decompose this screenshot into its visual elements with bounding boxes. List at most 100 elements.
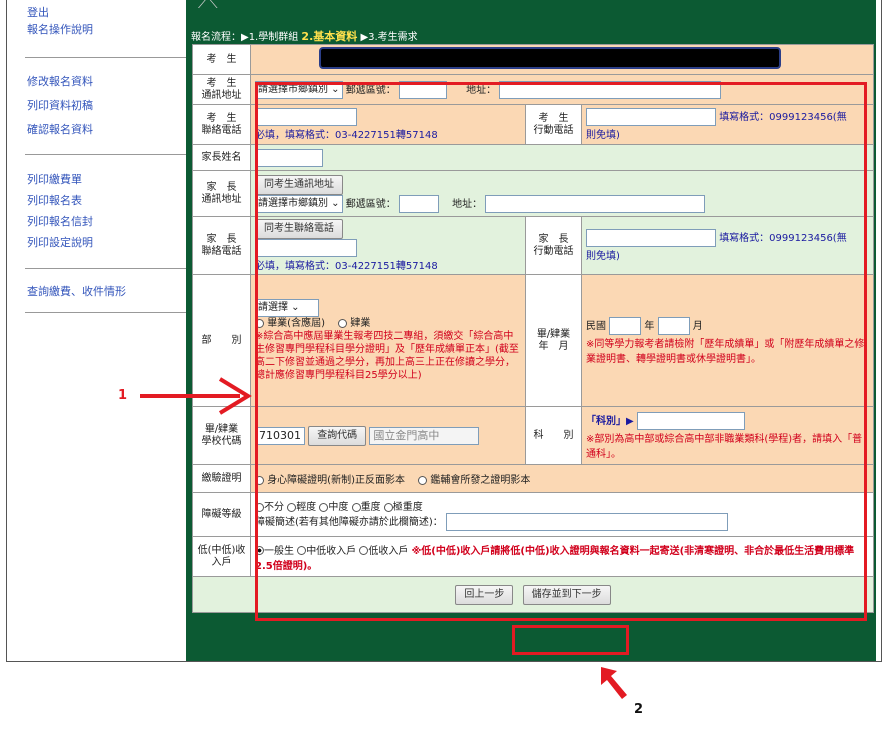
income-opt-1: 中低收入戶 bbox=[306, 545, 357, 557]
parent-address-input[interactable] bbox=[485, 194, 706, 213]
county-select[interactable]: 請選擇市鄉鎮別 ⌄ bbox=[255, 80, 343, 99]
main-panel: ⟋⟍ 報名流程：▶1.學制群組 2.基本資料 ▶3.考生需求 考 生 考 生 通… bbox=[186, 0, 876, 661]
parent-zip-label: 郵遞區號： bbox=[345, 198, 396, 210]
address-input[interactable] bbox=[499, 80, 722, 99]
parent-mobile-hint-2: 則免填) bbox=[586, 251, 620, 262]
parent-mobile-hint: 填寫格式：0999123456(無 bbox=[719, 233, 847, 244]
verify-opt1-label: 身心障礙證明(新制)正反面影本 bbox=[267, 475, 405, 486]
student-phone-cell: 必填，填寫格式：03-4227151轉57148 bbox=[250, 104, 526, 145]
sidebar-item-payment-status[interactable]: 查詢繳費、收件情形 bbox=[27, 283, 126, 299]
parent-phone-cell: 同考生聯絡電話 必填，填寫格式：03-4227151轉57148 bbox=[250, 216, 526, 275]
sidebar-item-confirm[interactable]: 確認報名資料 bbox=[27, 121, 93, 137]
verify-cell: 身心障礙證明(新制)正反面影本 鑑輔會所發之證明影本 bbox=[250, 464, 874, 493]
student-mobile-input[interactable] bbox=[586, 108, 716, 126]
parent-county-select[interactable]: 請選擇市鄉鎮別 ⌄ bbox=[255, 194, 343, 213]
decorative-feather-icon: ⟋⟍ bbox=[198, 0, 218, 12]
parent-phone-input[interactable] bbox=[255, 239, 357, 257]
grad-year-input[interactable] bbox=[609, 316, 642, 335]
dis-radio-3[interactable] bbox=[351, 502, 361, 512]
verify-opt2-label: 鑑輔會所發之證明影本 bbox=[430, 475, 531, 486]
grad-month-input[interactable] bbox=[657, 316, 690, 335]
student-name-redacted bbox=[319, 47, 781, 69]
parent-mobile-input[interactable] bbox=[586, 229, 716, 247]
student-phone-input[interactable] bbox=[255, 108, 357, 126]
drop-label: 肄業 bbox=[350, 318, 371, 329]
verify-radio-1[interactable] bbox=[255, 475, 264, 485]
dis-opt-0: 不分 bbox=[264, 502, 284, 513]
parent-mobile-cell: 填寫格式：0999123456(無 則免填) bbox=[581, 216, 874, 275]
parent-mobile-label: 家 長 行動電話 bbox=[525, 216, 582, 275]
student-label: 考 生 bbox=[192, 44, 251, 75]
sidebar-item-edit[interactable]: 修改報名資料 bbox=[27, 73, 93, 89]
dis-radio-1[interactable] bbox=[287, 502, 297, 512]
student-mobile-hint-2: 則免填) bbox=[586, 130, 620, 141]
parent-phone-hint: 必填，填寫格式：03-4227151轉57148 bbox=[255, 261, 438, 272]
query-code-button[interactable]: 查詢代碼 bbox=[308, 425, 367, 446]
annotation-arrow-right-icon bbox=[140, 377, 252, 415]
subject-input[interactable] bbox=[636, 411, 745, 430]
roc-label: 民國 bbox=[586, 320, 606, 332]
dept-select[interactable]: 請選擇 ⌄ bbox=[255, 299, 319, 317]
sidebar-item-print-envelope[interactable]: 列印報名信封 bbox=[27, 213, 93, 229]
annotation-label-2: 2 bbox=[634, 702, 644, 717]
flow-step-1: ▶1.學制群組 bbox=[241, 32, 299, 43]
prev-step-button[interactable]: 回上一步 bbox=[455, 584, 514, 605]
same-phone-button[interactable]: 同考生聯絡電話 bbox=[255, 219, 343, 239]
progress-steps: 報名流程：▶1.學制群組 2.基本資料 ▶3.考生需求 bbox=[191, 28, 418, 44]
subject-tag: 「科別」▶ bbox=[586, 415, 634, 427]
sidebar-item-logout[interactable]: 登出 bbox=[27, 4, 49, 20]
subject-cell: 「科別」▶ ※部別為高中部或綜合高中部非職業類科(學程)者，請填入「普通科」。 bbox=[581, 406, 874, 465]
dis-desc-label: 障礙簡述(若有其他障礙亦請於此欄簡述)： bbox=[255, 517, 443, 528]
income-cell: 一般生 中低收入戶 低收入戶 ※低(中低)收入戶請將低(中低)收入證明與報名資料… bbox=[250, 536, 874, 577]
dis-radio-0[interactable] bbox=[255, 502, 264, 512]
same-address-button[interactable]: 同考生通訊地址 bbox=[255, 174, 343, 195]
addr-label: 地址： bbox=[466, 84, 497, 96]
income-opt-2: 低收入戶 bbox=[368, 545, 409, 557]
income-radio-0[interactable] bbox=[255, 546, 264, 555]
school-name-field: 國立金門高中 bbox=[369, 426, 480, 445]
sidebar-item-print-settings[interactable]: 列印設定說明 bbox=[27, 234, 93, 250]
subject-label: 科 別 bbox=[525, 406, 582, 465]
sidebar: 登出 報名操作說明 修改報名資料 列印資料初稿 確認報名資料 列印繳費單 列印報… bbox=[7, 0, 189, 661]
year-label: 年 bbox=[644, 320, 655, 332]
verify-radio-2[interactable] bbox=[418, 475, 428, 485]
parent-addr-cell: 同考生通訊地址 請選擇市鄉鎮別 ⌄ 郵遞區號： 地址： bbox=[250, 170, 874, 217]
student-addr-label: 考 生 通訊地址 bbox=[192, 74, 251, 105]
disability-cell: 不分 輕度 中度 重度 極重度 障礙簡述(若有其他障礙亦請於此欄簡述)： bbox=[250, 492, 874, 537]
school-code-input[interactable]: 710301 bbox=[255, 426, 305, 445]
income-radio-1[interactable] bbox=[297, 546, 307, 555]
grad-note: ※同等學力報考者請檢附「歷年成績單」或「附歷年成績單之修業證明書、轉學證明書或休… bbox=[586, 338, 865, 365]
sidebar-item-print-form[interactable]: 列印報名表 bbox=[27, 192, 82, 208]
parent-addr-field-label: 地址： bbox=[452, 198, 483, 210]
grad-ym-label: 畢/肄業 年 月 bbox=[525, 274, 582, 407]
registration-form: 考 生 考 生 通訊地址 請選擇市鄉鎮別 ⌄ 郵遞區號： 地址： 考 生 聯絡電… bbox=[192, 44, 874, 613]
flow-prefix: 報名流程： bbox=[191, 32, 241, 43]
parent-name-input[interactable] bbox=[255, 148, 323, 167]
flow-step-2-current: 2.基本資料 bbox=[301, 30, 358, 43]
annotation-arrow-up-left-icon bbox=[601, 667, 627, 699]
dis-opt-4: 極重度 bbox=[392, 502, 423, 513]
sidebar-divider bbox=[25, 154, 187, 155]
drop-radio[interactable] bbox=[338, 318, 348, 328]
parent-name-cell bbox=[250, 144, 874, 171]
sidebar-item-print-bill[interactable]: 列印繳費單 bbox=[27, 171, 82, 187]
zip-input[interactable] bbox=[398, 80, 447, 99]
dis-opt-3: 重度 bbox=[360, 502, 381, 513]
sidebar-item-help[interactable]: 報名操作說明 bbox=[27, 21, 93, 37]
grad-radio[interactable] bbox=[255, 318, 264, 328]
dis-radio-4[interactable] bbox=[383, 502, 393, 512]
student-mobile-hint: 填寫格式：0999123456(無 bbox=[719, 112, 847, 123]
dis-desc-input[interactable] bbox=[446, 513, 728, 531]
sidebar-item-print-draft[interactable]: 列印資料初稿 bbox=[27, 97, 93, 113]
verify-label: 繳驗證明 bbox=[192, 464, 251, 493]
parent-zip-input[interactable] bbox=[398, 194, 439, 213]
annotation-label-1: 1 bbox=[118, 388, 128, 403]
save-next-button[interactable]: 儲存並到下一步 bbox=[522, 584, 611, 605]
student-addr-cell: 請選擇市鄉鎮別 ⌄ 郵遞區號： 地址： bbox=[250, 74, 874, 105]
subject-note: ※部別為高中部或綜合高中部非職業類科(學程)者，請填入「普通科」。 bbox=[586, 433, 863, 460]
sidebar-divider bbox=[25, 57, 187, 58]
dept-note: ※綜合高中應屆畢業生報考四技二專組，須繳交「綜合高中生修習專門學程科目學分證明」… bbox=[255, 331, 519, 381]
student-mobile-label: 考 生 行動電話 bbox=[525, 104, 582, 145]
student-phone-label: 考 生 聯絡電話 bbox=[192, 104, 251, 145]
dis-opt-1: 輕度 bbox=[296, 502, 317, 513]
